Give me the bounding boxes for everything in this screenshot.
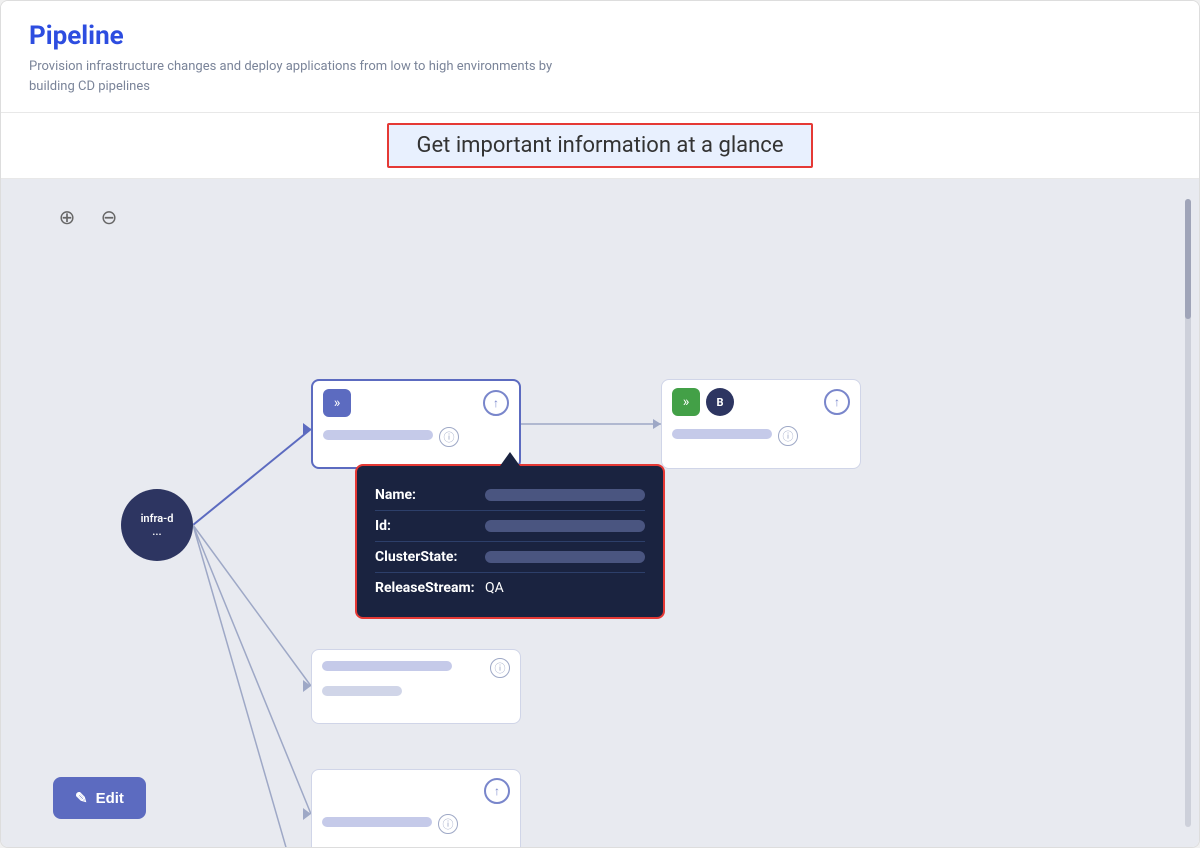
card-bot1-info-icon[interactable]: ⓘ [438, 814, 458, 834]
card-top-row: » ↑ [323, 389, 509, 417]
page-header: Pipeline Provision infrastructure change… [1, 1, 1199, 113]
edit-label: Edit [96, 790, 124, 807]
tooltip-name-label: Name: [375, 487, 485, 503]
scrollbar-track[interactable] [1185, 199, 1191, 827]
card-bot1-upload-icon: ↑ [484, 778, 510, 804]
card-name-bar [323, 430, 433, 440]
tooltip-release-row: ReleaseStream: QA [375, 573, 645, 603]
edit-icon: ✎ [75, 789, 88, 807]
card-info-icon[interactable]: ⓘ [439, 427, 459, 447]
card-mid-sub-bar [322, 686, 402, 696]
infra-node-label: infra-d [141, 512, 174, 525]
tooltip-id-value [485, 520, 645, 532]
zoom-controls: ⊕ ⊖ [53, 203, 123, 231]
tooltip-id-row: Id: [375, 511, 645, 542]
zoom-out-button[interactable]: ⊖ [95, 203, 123, 231]
tooltip-name-row: Name: [375, 480, 645, 511]
card-bot1[interactable]: ↑ ⓘ [311, 769, 521, 847]
tooltip-release-label: ReleaseStream: [375, 580, 485, 596]
tooltip-arrow [500, 452, 520, 466]
edit-button[interactable]: ✎ Edit [53, 777, 146, 819]
scrollbar-thumb[interactable] [1185, 199, 1191, 319]
page-description: Provision infrastructure changes and dep… [29, 57, 579, 96]
card-mid-left[interactable]: ⓘ [311, 649, 521, 724]
card-top-left[interactable]: » ↑ ⓘ [311, 379, 521, 469]
card-right-info-icon[interactable]: ⓘ [778, 426, 798, 446]
tooltip-name-value [485, 489, 645, 501]
card-green-icon: » [672, 388, 700, 416]
tooltip-cluster-row: ClusterState: [375, 542, 645, 573]
glance-text: Get important information at a glance [387, 123, 814, 168]
card-upload-icon: ↑ [483, 390, 509, 416]
card-b-badge: B [706, 388, 734, 416]
zoom-in-button[interactable]: ⊕ [53, 203, 81, 231]
card-bot1-top-row: ↑ [322, 778, 510, 804]
tooltip-release-value: QA [485, 580, 504, 596]
card-purple-icon: » [323, 389, 351, 417]
page-title: Pipeline [29, 21, 1171, 51]
tooltip-cluster-value [485, 551, 645, 563]
pipeline-canvas: ⊕ ⊖ infra-d ... » ↑ ⓘ » B [1, 179, 1199, 847]
card-top-right[interactable]: » B ↑ ⓘ [661, 379, 861, 469]
infra-node-sublabel: ... [152, 525, 161, 538]
card-mid-info-icon[interactable]: ⓘ [490, 658, 510, 678]
infra-node[interactable]: infra-d ... [121, 489, 193, 561]
tooltip-popup: Name: Id: ClusterState: ReleaseStream: Q… [355, 464, 665, 619]
glance-banner: Get important information at a glance [1, 113, 1199, 179]
card-bot1-bar [322, 817, 432, 827]
card-right-upload-icon: ↑ [824, 389, 850, 415]
card-mid-bar [322, 661, 452, 671]
card-right-bar [672, 429, 772, 439]
tooltip-id-label: Id: [375, 518, 485, 534]
card-top-right-row: » B ↑ [672, 388, 850, 416]
tooltip-cluster-label: ClusterState: [375, 549, 485, 565]
